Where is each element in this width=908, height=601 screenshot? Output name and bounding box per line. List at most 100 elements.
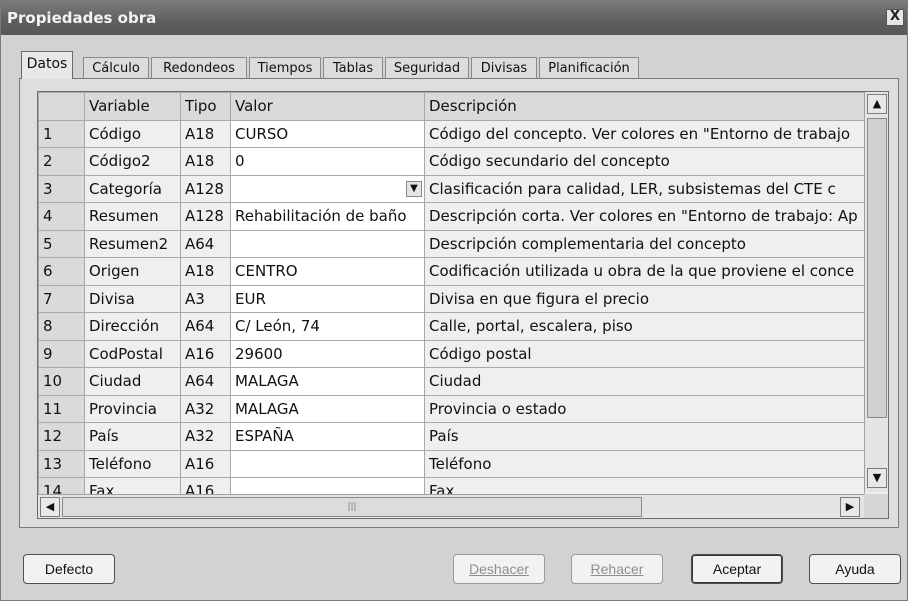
valor-cell[interactable]: 29600: [230, 339, 425, 368]
valor-cell[interactable]: EUR: [230, 284, 425, 313]
column-header-valor[interactable]: Valor: [230, 92, 425, 121]
tab-tiempos[interactable]: Tiempos: [249, 57, 321, 79]
descripcion-cell: Código secundario del concepto: [424, 147, 865, 176]
table-row[interactable]: 7 Divisa A3 EUR Divisa en que figura el prec…: [38, 284, 865, 313]
column-header-variable[interactable]: Variable: [84, 92, 181, 121]
tab-datos[interactable]: Datos: [21, 51, 73, 79]
variables-grid[interactable]: Variable Tipo Valor Descripción 1 Código A…: [37, 91, 889, 519]
table-row[interactable]: 10 Ciudad A64 MALAGA Ciudad: [38, 367, 865, 396]
valor-cell[interactable]: CENTRO: [230, 257, 425, 286]
table-row[interactable]: 11 Provincia A32 MALAGA Provincia o estado: [38, 394, 865, 423]
valor-cell-text: MALAGA: [235, 372, 299, 391]
variable-cell: Resumen: [84, 202, 181, 231]
valor-cell[interactable]: CURSO: [230, 119, 425, 148]
ayuda-button[interactable]: Ayuda: [809, 554, 901, 584]
row-number: 4: [38, 202, 85, 231]
descripcion-cell: País: [424, 422, 865, 451]
descripcion-cell-text: Código secundario del concepto: [429, 152, 670, 171]
horizontal-scroll-thumb[interactable]: |||: [62, 497, 642, 517]
row-number-text: 1: [43, 124, 53, 143]
vertical-scrollbar[interactable]: ▲ ▼: [864, 92, 888, 492]
table-row[interactable]: 4 Resumen A128 Rehabilitación de baño Descri…: [38, 202, 865, 231]
arrow-right-icon[interactable]: ▶: [840, 497, 860, 517]
table-row[interactable]: 5 Resumen2 A64 Descripción complementaria d…: [38, 229, 865, 258]
rehacer-button[interactable]: Rehacer: [571, 554, 663, 584]
variable-cell: Divisa: [84, 284, 181, 313]
descripcion-cell-text: Provincia o estado: [429, 399, 567, 418]
valor-cell[interactable]: MALAGA: [230, 367, 425, 396]
variable-cell-text: Ciudad: [89, 372, 142, 391]
tipo-cell-text: A64: [185, 317, 215, 336]
valor-cell-text: CENTRO: [235, 262, 298, 281]
close-button[interactable]: X: [886, 9, 904, 26]
column-header-tipo[interactable]: Tipo: [180, 92, 231, 121]
descripcion-cell-text: Código postal: [429, 344, 532, 363]
tab-planificacion[interactable]: Planificación: [539, 57, 639, 79]
tipo-cell-text: A18: [185, 124, 215, 143]
tipo-cell-text: A64: [185, 372, 215, 391]
descripcion-cell-text: Ciudad: [429, 372, 482, 391]
variable-cell-text: Resumen2: [89, 234, 169, 253]
table-row[interactable]: 2 Código2 A18 0 Código secundario del concep…: [38, 147, 865, 176]
tipo-cell-text: A3: [185, 289, 205, 308]
row-number-text: 11: [43, 399, 63, 418]
deshacer-button[interactable]: Deshacer: [453, 554, 545, 584]
valor-cell-text: CURSO: [235, 124, 289, 143]
horizontal-scrollbar[interactable]: ◀ ||| ▶: [38, 494, 864, 518]
vertical-scroll-thumb[interactable]: [867, 118, 887, 418]
defecto-button[interactable]: Defecto: [23, 554, 115, 584]
arrow-down-icon[interactable]: ▼: [867, 468, 887, 488]
row-number-text: 6: [43, 262, 53, 281]
tipo-cell-text: A18: [185, 152, 215, 171]
table-row[interactable]: 6 Origen A18 CENTRO Codificación utilizada u…: [38, 257, 865, 286]
table-row[interactable]: 1 Código A18 CURSO Código del concepto. Ver …: [38, 119, 865, 148]
row-number: 2: [38, 147, 85, 176]
valor-cell[interactable]: [230, 229, 425, 258]
row-number: 12: [38, 422, 85, 451]
variable-cell: Teléfono: [84, 449, 181, 478]
window-title: Propiedades obra: [7, 9, 157, 27]
variable-cell: Resumen2: [84, 229, 181, 258]
chevron-down-icon[interactable]: ▼: [406, 180, 422, 197]
column-header-descripcion[interactable]: Descripción: [424, 92, 865, 121]
tab-redondeos[interactable]: Redondeos: [151, 57, 247, 79]
tab-calculo[interactable]: Cálculo: [83, 57, 149, 79]
descripcion-cell-text: Código del concepto. Ver colores en "Ent…: [429, 124, 851, 143]
valor-cell[interactable]: 0: [230, 147, 425, 176]
tipo-cell: A128: [180, 174, 231, 203]
variable-cell-text: Teléfono: [89, 454, 152, 473]
valor-cell[interactable]: Rehabilitación de baño: [230, 202, 425, 231]
valor-cell[interactable]: [230, 449, 425, 478]
table-row[interactable]: 8 Dirección A64 C/ León, 74 Calle, portal, e…: [38, 312, 865, 341]
title-bar[interactable]: Propiedades obra X: [1, 1, 907, 35]
variable-cell-text: Dirección: [89, 317, 160, 336]
row-number: 8: [38, 312, 85, 341]
valor-cell[interactable]: ESPAÑA: [230, 422, 425, 451]
tipo-cell: A128: [180, 202, 231, 231]
tab-tablas[interactable]: Tablas: [323, 57, 383, 79]
table-row[interactable]: 12 País A32 ESPAÑA País: [38, 422, 865, 451]
row-number: 10: [38, 367, 85, 396]
tab-seguridad[interactable]: Seguridad: [385, 57, 469, 79]
row-number-text: 9: [43, 344, 53, 363]
arrow-up-icon[interactable]: ▲: [867, 94, 887, 114]
variable-cell: Ciudad: [84, 367, 181, 396]
descripcion-cell: Descripción corta. Ver colores en "Entor…: [424, 202, 865, 231]
descripcion-cell-text: Descripción complementaria del concepto: [429, 234, 746, 253]
valor-cell[interactable]: C/ León, 74: [230, 312, 425, 341]
tipo-cell: A64: [180, 367, 231, 396]
descripcion-cell-text: Teléfono: [429, 454, 492, 473]
tab-divisas[interactable]: Divisas: [471, 57, 537, 79]
table-row[interactable]: 9 CodPostal A16 29600 Código postal: [38, 339, 865, 368]
valor-cell-text: MALAGA: [235, 399, 299, 418]
valor-cell[interactable]: MALAGA: [230, 394, 425, 423]
variable-cell-text: Código: [89, 124, 142, 143]
arrow-left-icon[interactable]: ◀: [40, 497, 60, 517]
variable-cell-text: Provincia: [89, 399, 157, 418]
row-number-text: 4: [43, 207, 53, 226]
valor-cell[interactable]: ▼: [230, 174, 425, 203]
scrollbar-corner: [864, 494, 888, 518]
aceptar-button[interactable]: Aceptar: [691, 554, 783, 584]
table-row[interactable]: 13 Teléfono A16 Teléfono: [38, 449, 865, 478]
table-row[interactable]: 3 Categoría A128 ▼ Clasificación para calida…: [38, 174, 865, 203]
